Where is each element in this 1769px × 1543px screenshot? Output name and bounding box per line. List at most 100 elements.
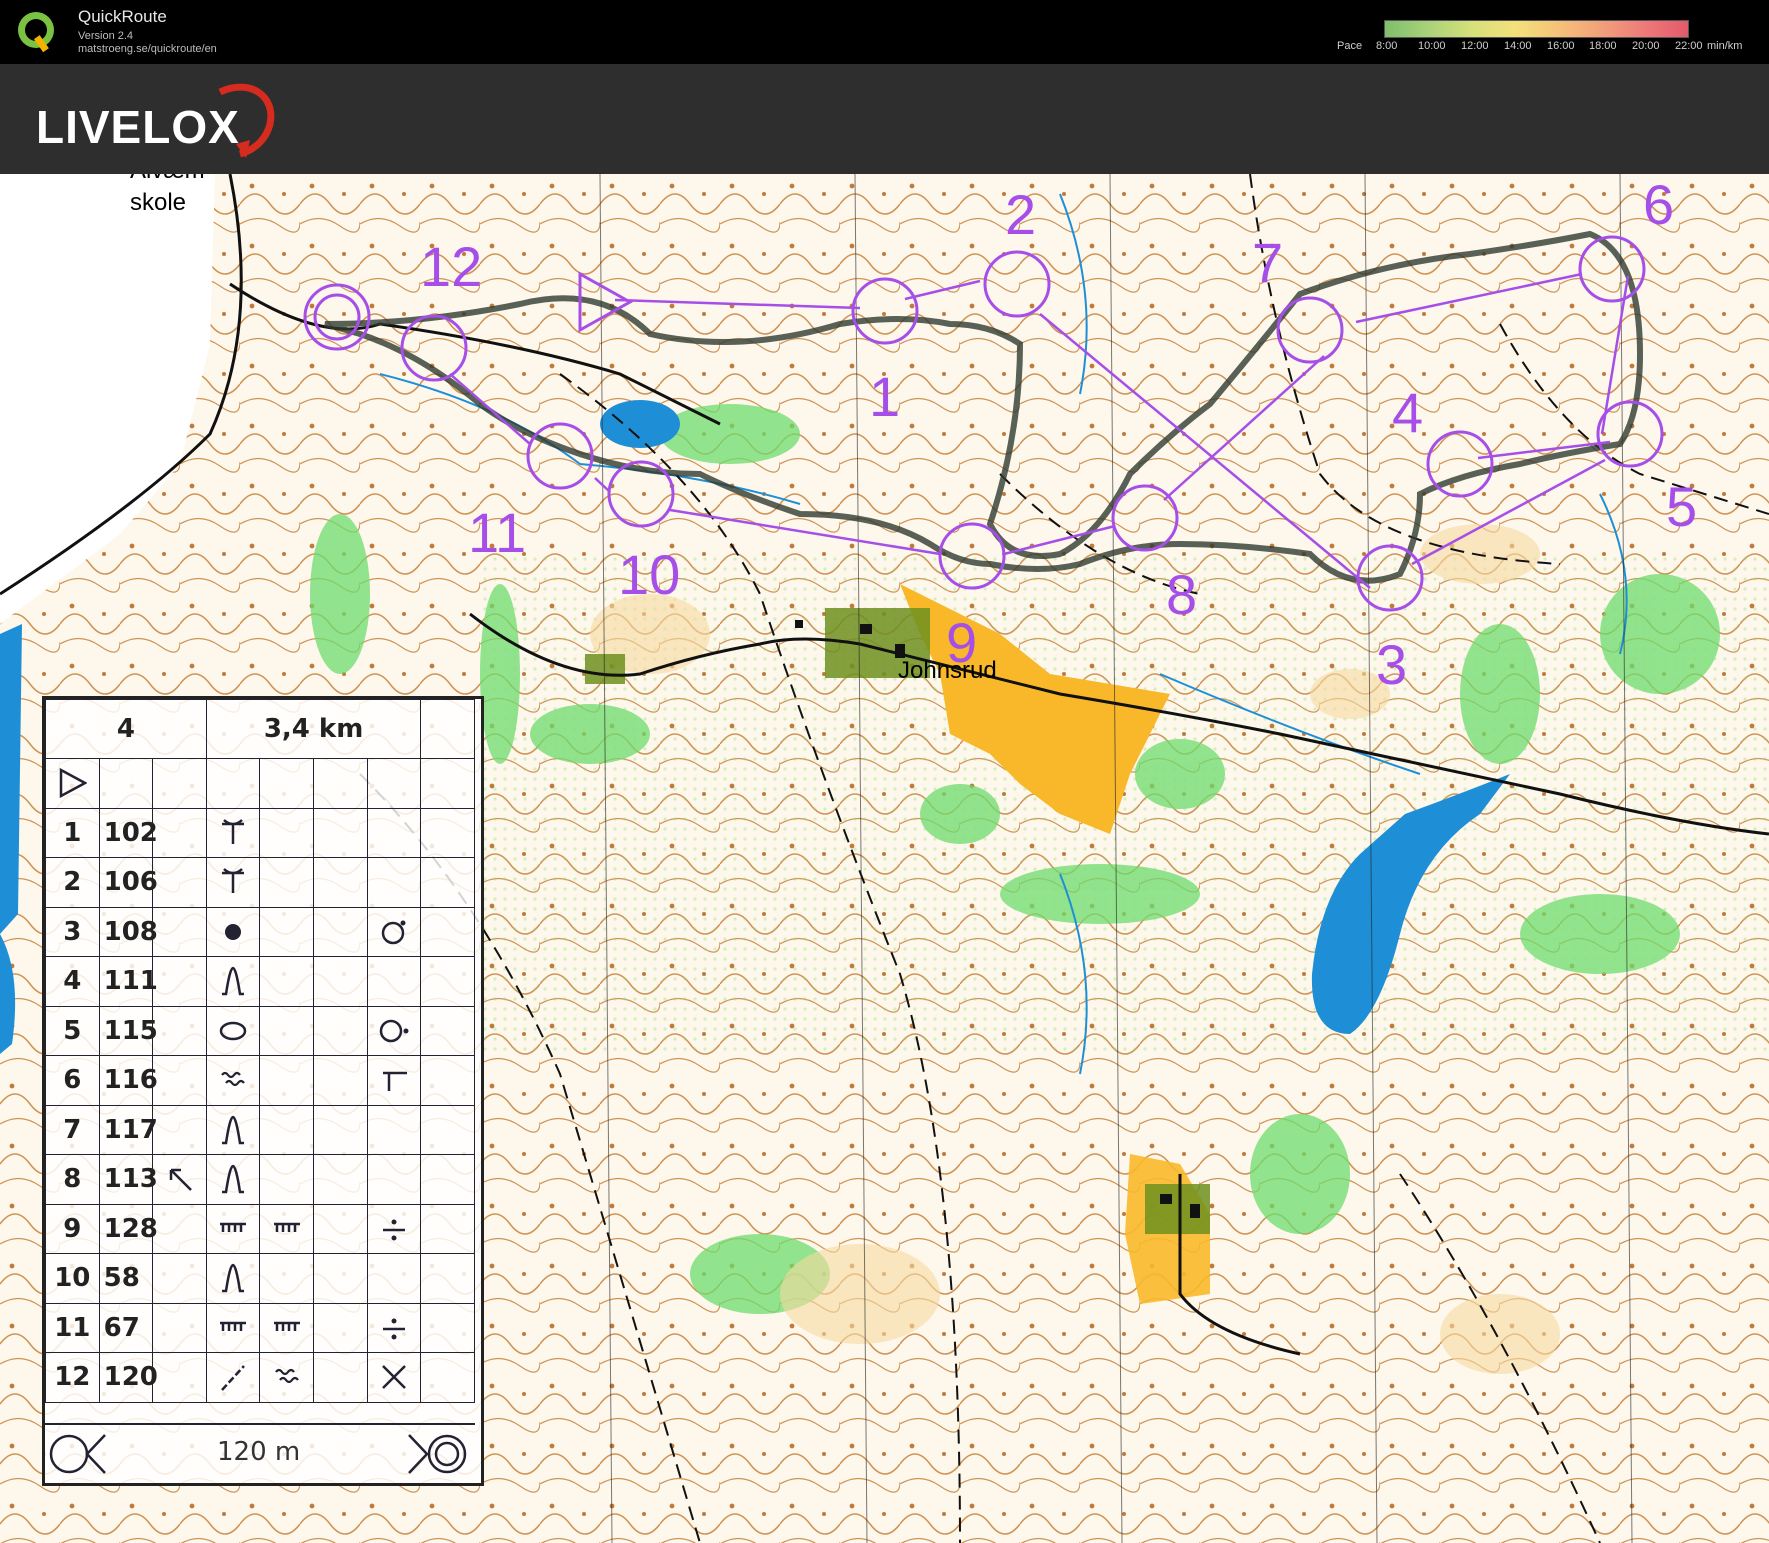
control-sequence-number: 7 [45,1104,100,1155]
course-length: 3,4 km [205,699,422,759]
control-number: 11 [468,501,526,564]
app-version: Version 2.4 [78,30,134,42]
pace-unit: min/km [1707,40,1743,52]
control-code: 108 [98,906,158,957]
place-name: skole [130,189,186,216]
control-description-row: 1 102 [45,807,475,858]
marsh-icon [274,1369,299,1384]
control-number: 6 [1643,174,1674,236]
start-triangle-icon [60,768,88,799]
control-sequence-number: 2 [45,857,100,908]
control-description-row: 2 106 [45,857,475,908]
control-number: 3 [1376,633,1407,696]
control-description-row: 3 108 [45,906,475,957]
control-code: 106 [98,857,158,908]
pace-tick: 18:00 [1589,40,1617,52]
control-sequence-number: 5 [45,1005,100,1056]
control-sequence-number: 3 [45,906,100,957]
orienteering-map[interactable]: 1 2 3 4 5 6 7 8 9 10 11 12 Alvæm skole J… [0,174,1769,1543]
control-description-row: 6 116 [45,1055,475,1106]
control-sequence-number: 12 [45,1352,100,1403]
control-number: 2 [1005,183,1036,246]
knoll-icon [222,1115,245,1144]
control-description-row: 11 67 [45,1302,475,1353]
pace-tick: 10:00 [1418,40,1446,52]
control-sequence-number: 4 [45,956,100,1007]
control-number: 4 [1392,381,1423,444]
course-name: 4 [45,699,207,759]
place-name: Alvæm [130,174,205,184]
control-sequence-number: 9 [45,1203,100,1254]
control-number: 7 [1252,231,1283,294]
quickroute-header: QuickRoute Version 2.4 matstroeng.se/qui… [0,0,1769,64]
control-number: 5 [1666,475,1697,538]
control-sequence-number: 8 [45,1154,100,1205]
cliff-icon [273,1222,300,1232]
control-code: 120 [98,1352,158,1403]
control-description-row: 10 58 [45,1253,475,1304]
end-icon [382,1072,407,1092]
control-description-table: 4 3,4 km 1 102 2 106 3 108 4 111 5 115 6 116 7 117 8 11… [45,699,475,1403]
cliff-icon [220,1321,247,1331]
control-description-row: 8 113 [45,1154,475,1205]
control-code: 102 [98,807,158,858]
control-code: 117 [98,1104,158,1155]
pace-color-scale [1384,20,1689,38]
cliff-icon [220,1222,247,1232]
trail-junction-icon [222,818,245,844]
cliff-icon [273,1321,300,1331]
control-description-card: 4 3,4 km 1 102 2 106 3 108 4 111 5 115 6 116 7 117 8 11… [42,696,484,1486]
control-sequence-number: 6 [45,1055,100,1106]
pace-tick: 12:00 [1461,40,1489,52]
control-number: 10 [618,543,680,606]
knoll-icon [222,1263,245,1293]
control-number: 12 [420,235,482,298]
cross-icon [382,1365,406,1390]
finish-funnel-icon [49,1434,106,1474]
knoll-icon [222,966,245,996]
pace-label: Pace [1337,40,1363,52]
place-name: Johnsrud [898,657,997,684]
foot-icon [381,920,406,944]
pace-tick: 22:00 [1675,40,1703,52]
control-code: 115 [98,1005,158,1056]
livelox-header: LIVELOX [0,64,1769,174]
control-number: 1 [869,365,900,428]
app-title: QuickRoute [78,7,167,26]
livelox-swoosh-icon [218,83,275,158]
control-description-row: 4 111 [45,956,475,1007]
control-code: 111 [98,956,158,1007]
trail-junction-icon [222,868,245,894]
between-icon [382,1219,405,1241]
control-description-row: 12 120 [45,1352,475,1403]
pace-tick: 20:00 [1632,40,1660,52]
control-description-row: 5 115 [45,1005,475,1056]
depression-icon [219,1021,247,1040]
finish-distance: 120 m [217,1437,301,1467]
control-code: 67 [98,1302,154,1353]
control-description-row: 7 117 [45,1104,475,1155]
finish-row: 120 m [45,1423,475,1483]
control-code: 128 [98,1203,158,1254]
start-row [45,758,475,809]
control-rows: 1 102 2 106 3 108 4 111 5 115 6 116 7 117 8 113 9 128 10 58… [45,807,475,1403]
control-description-row: 9 128 [45,1203,475,1254]
control-code: 113 [98,1154,158,1205]
northwest-arrow-icon [169,1169,192,1192]
control-code: 58 [98,1253,154,1304]
control-number: 8 [1166,563,1197,626]
quickroute-logo-icon [18,12,54,53]
pace-ticks: 8:00 10:00 12:00 14:00 16:00 18:00 20:00… [1376,40,1703,54]
app-url: matstroeng.se/quickroute/en [78,43,217,55]
card-header-row: 4 3,4 km [45,699,475,759]
boulder-icon [225,923,242,940]
knoll-icon [222,1164,245,1194]
marsh-icon [221,1072,246,1087]
pace-tick: 14:00 [1504,40,1532,52]
lake [600,400,680,448]
control-sequence-number: 11 [45,1302,100,1353]
control-sequence-number: 1 [45,807,100,858]
pace-tick: 8:00 [1376,40,1398,52]
control-code: 116 [98,1055,158,1106]
control-sequence-number: 10 [45,1253,100,1304]
